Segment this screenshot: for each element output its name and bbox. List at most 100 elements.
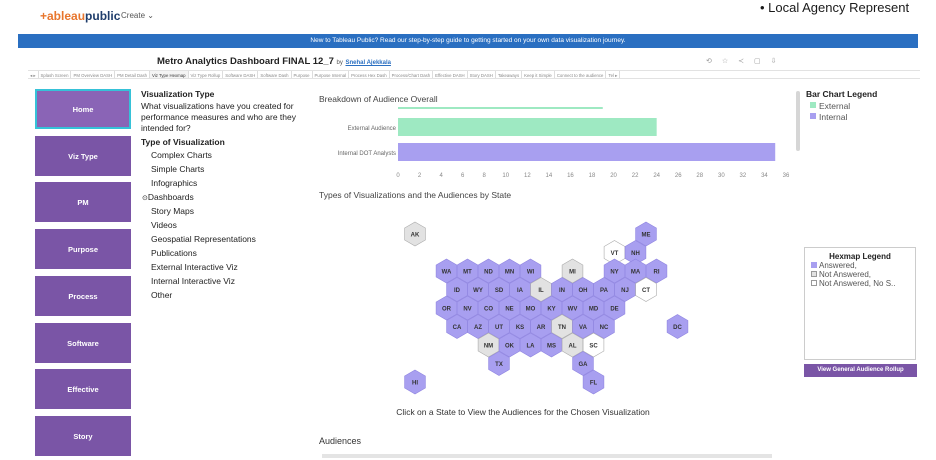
state-label: GA [579, 362, 589, 368]
viz-type-option[interactable]: Other [151, 290, 172, 300]
viz-type-option[interactable]: Complex Charts [151, 150, 212, 160]
history-icon[interactable]: ⟲ [706, 58, 722, 65]
view-rollup-button[interactable]: View General Audience Rollup [804, 364, 917, 377]
sheet-tab[interactable]: Purpose Internal [313, 71, 350, 78]
state-label: CT [642, 288, 650, 294]
state-hex-hi[interactable]: HI [404, 369, 426, 395]
legend-not-answered: Not Answered, [811, 270, 915, 279]
bar-legend-title: Bar Chart Legend [806, 89, 878, 99]
x-tick-label: 30 [718, 173, 725, 179]
state-label: VT [611, 251, 619, 257]
nav-button-purpose[interactable]: Purpose [35, 229, 131, 269]
nav-button-home[interactable]: Home [35, 89, 131, 129]
viz-type-option[interactable]: External Interactive Viz [151, 262, 238, 272]
nav-button-pm[interactable]: PM [35, 182, 131, 222]
state-label: SC [589, 344, 598, 350]
category-label: Internal DOT Analysts [338, 151, 396, 157]
state-label: FL [590, 381, 598, 387]
comment-icon[interactable]: ▢ [754, 58, 771, 65]
sheet-tab[interactable]: Process Hex Dash [349, 71, 390, 78]
author-link[interactable]: Snehal Ajekkala [345, 60, 390, 66]
state-label: AK [411, 233, 420, 239]
state-label: MD [589, 307, 599, 313]
state-label: IA [517, 288, 524, 294]
sheet-tab[interactable]: Software DASH [223, 71, 259, 78]
bar-partial [398, 107, 603, 109]
state-hexmap: AK ME VT NH WA MT ND MN WI MI NY MA RI ID WY SD IA IL IN OH… [404, 221, 689, 395]
state-label: NV [463, 307, 471, 313]
x-tick-label: 20 [610, 173, 617, 179]
viz-type-option[interactable]: Publications [151, 248, 197, 258]
state-label: HI [412, 381, 418, 387]
create-menu[interactable]: Create ⌄ [121, 11, 154, 20]
x-tick-label: 32 [740, 173, 747, 179]
hexmap-title: Types of Visualizations and the Audience… [319, 190, 512, 200]
filter-title: Type of Visualization [141, 137, 225, 147]
sheet-tab[interactable]: Connect to the audience [555, 71, 607, 78]
state-hex-dc[interactable]: DC [666, 314, 689, 339]
state-label: CO [484, 307, 493, 313]
sheet-tab[interactable]: Tel ▸ [606, 71, 621, 78]
x-tick-label: 24 [653, 173, 660, 179]
state-label: AR [537, 325, 546, 331]
sheet-tab[interactable]: PM Overview DASH [71, 71, 116, 78]
download-icon[interactable]: ⇩ [771, 58, 787, 65]
tableau-public-logo[interactable]: +ableaupublic [40, 9, 120, 23]
hexmap-legend-title: Hexmap Legend [829, 252, 891, 261]
not-answered-swatch [811, 271, 817, 277]
state-label: IN [559, 288, 565, 294]
share-icon[interactable]: ≺ [738, 58, 754, 65]
nav-button-process[interactable]: Process [35, 276, 131, 316]
nav-button-software[interactable]: Software [35, 323, 131, 363]
getting-started-banner[interactable]: New to Tableau Public? Read our step-by-… [18, 34, 918, 48]
state-label: WA [442, 270, 452, 276]
viz-type-option[interactable]: Videos [151, 220, 177, 230]
bar-internal[interactable] [398, 143, 776, 161]
viz-type-option[interactable]: ⊙Dashboards [142, 192, 194, 202]
sheet-tab[interactable]: ◂ ▸ [28, 71, 39, 78]
legend-answered: Answered, [811, 261, 915, 270]
viz-type-option[interactable]: Internal Interactive Viz [151, 276, 235, 286]
external-swatch [810, 102, 816, 108]
state-label: UT [495, 325, 503, 331]
state-label: NY [610, 270, 618, 276]
state-label: AZ [474, 325, 482, 331]
sheet-tab[interactable]: Story DASH [468, 71, 496, 78]
nav-button-viz-type[interactable]: Viz Type [35, 136, 131, 176]
sheet-tab[interactable]: Viz Type Rollup [189, 71, 224, 78]
state-label: OR [442, 307, 452, 313]
sheet-tab[interactable]: Process/Chart Dash [390, 71, 434, 78]
x-tick-label: 36 [783, 173, 790, 179]
sheet-tab[interactable]: Purpose [292, 71, 313, 78]
sheet-tab[interactable]: Splash Screen [39, 71, 72, 78]
state-label: CA [453, 325, 462, 331]
x-tick-label: 18 [589, 173, 596, 179]
state-label: OK [505, 344, 515, 350]
viz-type-option[interactable]: Infographics [151, 178, 197, 188]
state-label: MA [631, 270, 641, 276]
viz-type-option[interactable]: Simple Charts [151, 164, 204, 174]
top-bar: +ableaupublic Create ⌄ • Local Agency Re… [0, 0, 936, 32]
viz-type-option[interactable]: Story Maps [151, 206, 194, 216]
state-label: DC [673, 325, 682, 331]
legend-external: External [810, 101, 850, 111]
sheet-tab[interactable]: Effective DASH [433, 71, 468, 78]
nav-button-effective[interactable]: Effective [35, 369, 131, 409]
state-label: NM [484, 344, 493, 350]
sheet-tab[interactable]: Takeaways [496, 71, 523, 78]
sheet-tab[interactable]: Software Dash [258, 71, 292, 78]
sheet-tabs: ◂ ▸ Splash Screen PM Overview DASH PM Detai… [28, 70, 920, 79]
viz-type-option[interactable]: Geospatial Representations [151, 234, 256, 244]
state-label: ND [484, 270, 493, 276]
state-label: NH [631, 251, 640, 257]
star-icon[interactable]: ☆ [722, 58, 738, 65]
state-label: WY [473, 288, 483, 294]
sheet-tab[interactable]: Keep it Simple [522, 71, 555, 78]
sheet-tab[interactable]: Viz Type Hexmap [150, 71, 189, 78]
nav-button-story[interactable]: Story [35, 416, 131, 456]
state-hex-ak[interactable]: AK [404, 221, 426, 247]
sheet-tab[interactable]: PM Detail Dash [115, 71, 151, 78]
chart-scrollbar[interactable] [796, 91, 800, 151]
x-tick-label: 12 [524, 173, 531, 179]
bar-external[interactable] [398, 118, 657, 136]
